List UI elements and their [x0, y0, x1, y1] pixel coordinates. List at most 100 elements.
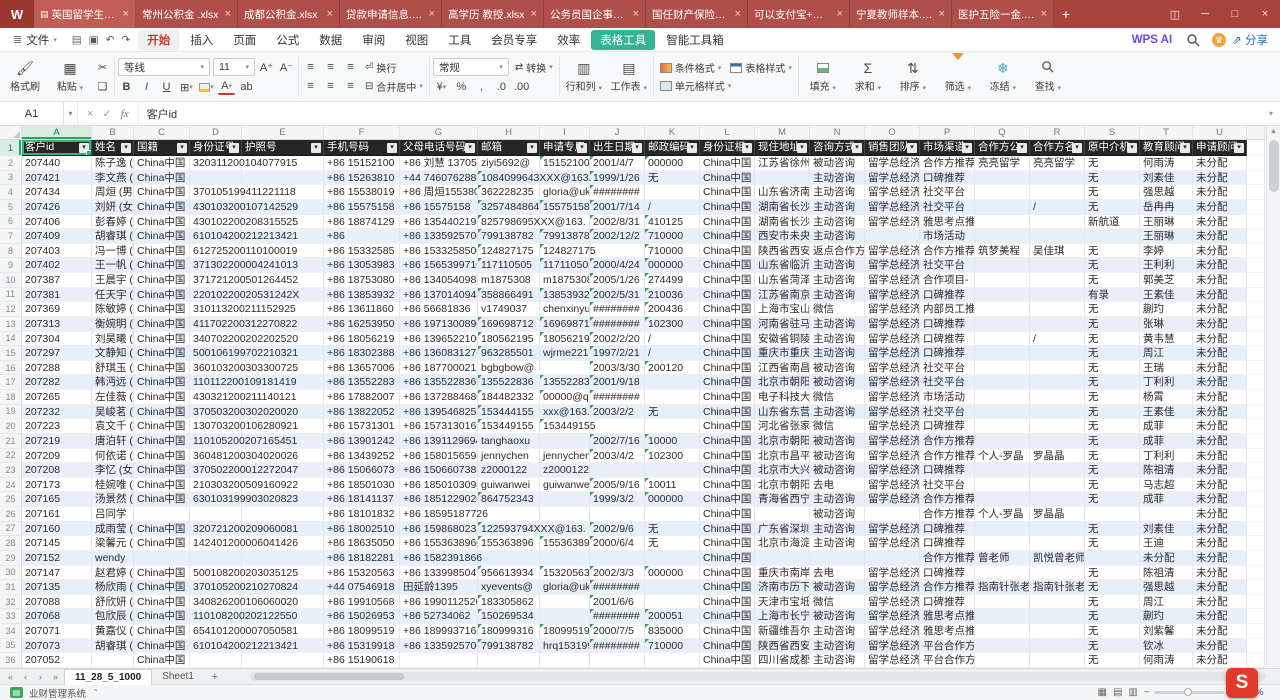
cell[interactable]: 610104200212213421 [190, 229, 242, 244]
cell[interactable]: 赵君婷 (女 [92, 566, 134, 581]
cell[interactable]: 710000 [645, 639, 700, 654]
cell[interactable]: 15575158 [540, 200, 590, 215]
fill-button[interactable]: 填充 ▾ [802, 54, 844, 100]
row-header[interactable]: 13 [0, 317, 22, 332]
sheet-tab[interactable]: 11_28_5_1000 [64, 669, 152, 685]
cell[interactable]: 新航道 [1085, 215, 1140, 230]
cell[interactable] [590, 507, 645, 522]
cell[interactable]: 口碑推荐 [920, 171, 975, 186]
cell[interactable]: 留学总经济 [865, 566, 920, 581]
cell[interactable]: 微信 [810, 419, 865, 434]
cell[interactable]: China中国 [134, 580, 190, 595]
cell[interactable]: 北京市朝阳 [755, 434, 810, 449]
vertical-scrollbar-thumb[interactable] [1269, 140, 1279, 192]
cell[interactable] [1247, 653, 1265, 668]
filter-dropdown-icon[interactable]: ▾ [1234, 143, 1244, 153]
cell[interactable]: 340826200106060020 [190, 595, 242, 610]
cell[interactable]: 陈祖清 [1140, 463, 1193, 478]
header-cell[interactable]: 姓名▾ [92, 140, 134, 156]
cell[interactable]: +86 1850103098 [400, 478, 478, 493]
cell[interactable]: China中国 [700, 566, 755, 581]
cell[interactable]: 未分配 [1193, 302, 1247, 317]
cell[interactable]: China中国 [700, 258, 755, 273]
cell[interactable]: 2001/7/14 [590, 200, 645, 215]
cell[interactable] [975, 639, 1030, 654]
cell[interactable]: 社交平台 [920, 375, 975, 390]
wps-logo-badge[interactable]: S [1226, 668, 1258, 698]
cell[interactable] [400, 653, 478, 668]
cell[interactable]: 310113200211152925 [190, 302, 242, 317]
cell[interactable]: 陕西省西安 [755, 244, 810, 259]
cell[interactable]: 无 [645, 522, 700, 537]
cell[interactable]: 主动咨询 [810, 229, 865, 244]
cell[interactable] [975, 200, 1030, 215]
cell[interactable] [242, 507, 324, 522]
cell[interactable]: 微信 [810, 595, 865, 610]
row-header[interactable]: 10 [0, 273, 22, 288]
cell[interactable]: 654101200007050581 [190, 624, 242, 639]
cell[interactable]: 无 [1085, 463, 1140, 478]
cell[interactable]: 北京市朝阳 [755, 375, 810, 390]
column-header-B[interactable]: B [92, 126, 134, 139]
convert-button[interactable]: ⇄转换▾ [512, 60, 556, 75]
cell[interactable]: 无 [1085, 478, 1140, 493]
cell[interactable]: 未分配 [1193, 288, 1247, 303]
cell[interactable]: 180562195 [478, 332, 540, 347]
cell[interactable] [1247, 551, 1265, 566]
cell[interactable]: +86 18302388 [324, 346, 400, 361]
filter-dropdown-icon[interactable]: ▾ [79, 143, 89, 153]
cell[interactable] [540, 653, 590, 668]
cell[interactable]: China中国 [700, 449, 755, 464]
cell[interactable] [1030, 273, 1085, 288]
cell[interactable]: 未分配 [1193, 492, 1247, 507]
filter-dropdown-icon[interactable]: ▾ [465, 143, 475, 153]
cell[interactable]: 四川省成都 [755, 653, 810, 668]
cell[interactable]: 371721200501264452 [190, 273, 242, 288]
cell[interactable]: China中国 [700, 361, 755, 376]
column-header-G[interactable]: G [400, 126, 478, 139]
cell[interactable]: 任天宇 (女 [92, 288, 134, 303]
cell[interactable] [1247, 375, 1265, 390]
cell[interactable]: 207387 [22, 273, 92, 288]
cell[interactable] [1247, 229, 1265, 244]
cell[interactable]: 22010220020531242X [190, 288, 242, 303]
row-header[interactable]: 20 [0, 419, 22, 434]
cell[interactable]: +86 18753080 [324, 273, 400, 288]
cell[interactable]: 未分配 [1193, 244, 1247, 259]
cell[interactable]: 207219 [22, 434, 92, 449]
cell[interactable]: China中国 [700, 375, 755, 390]
cell[interactable]: 市场活动 [920, 390, 975, 405]
cell[interactable] [755, 171, 810, 186]
cell[interactable] [975, 624, 1030, 639]
cell[interactable]: 183305862 [478, 595, 540, 610]
header-cell[interactable]: 申请顾问▾ [1193, 140, 1247, 156]
cell[interactable]: 无 [1085, 609, 1140, 624]
row-header[interactable]: 1 [0, 140, 22, 156]
row-header[interactable]: 14 [0, 332, 22, 347]
wrap-text-button[interactable]: ⏎换行 [362, 60, 399, 75]
cell[interactable]: +86 1877000215 [400, 361, 478, 376]
column-header-R[interactable]: R [1030, 126, 1085, 139]
cell[interactable]: 430102200208315525 [190, 215, 242, 230]
cell[interactable]: 无 [1085, 522, 1140, 537]
cell[interactable]: 210303200509160922 [190, 478, 242, 493]
cell[interactable]: China中国 [134, 390, 190, 405]
cell[interactable]: 新疆维吾尔 [755, 624, 810, 639]
column-header-J[interactable]: J [590, 126, 645, 139]
cell[interactable]: 山东省菏泽 [755, 273, 810, 288]
cell[interactable]: 成菲 [1140, 492, 1193, 507]
cell[interactable]: +86 52734062 [400, 609, 478, 624]
cell[interactable]: 500108200203035125 [190, 566, 242, 581]
cell[interactable]: +86 1396522100 [400, 332, 478, 347]
cell[interactable] [975, 361, 1030, 376]
cell[interactable]: 2000/4/24 [590, 258, 645, 273]
cell[interactable]: +86 13901242 [324, 434, 400, 449]
filter-dropdown-icon[interactable]: ▾ [387, 143, 397, 153]
cell[interactable]: 江西省南昌 [755, 361, 810, 376]
cell[interactable]: 无 [1085, 653, 1140, 668]
cell[interactable] [540, 507, 590, 522]
cell[interactable]: 合作方推荐 [920, 580, 975, 595]
cell[interactable] [1030, 653, 1085, 668]
fill-color-icon[interactable]: ▾ [198, 79, 215, 95]
row-header[interactable]: 35 [0, 639, 22, 654]
